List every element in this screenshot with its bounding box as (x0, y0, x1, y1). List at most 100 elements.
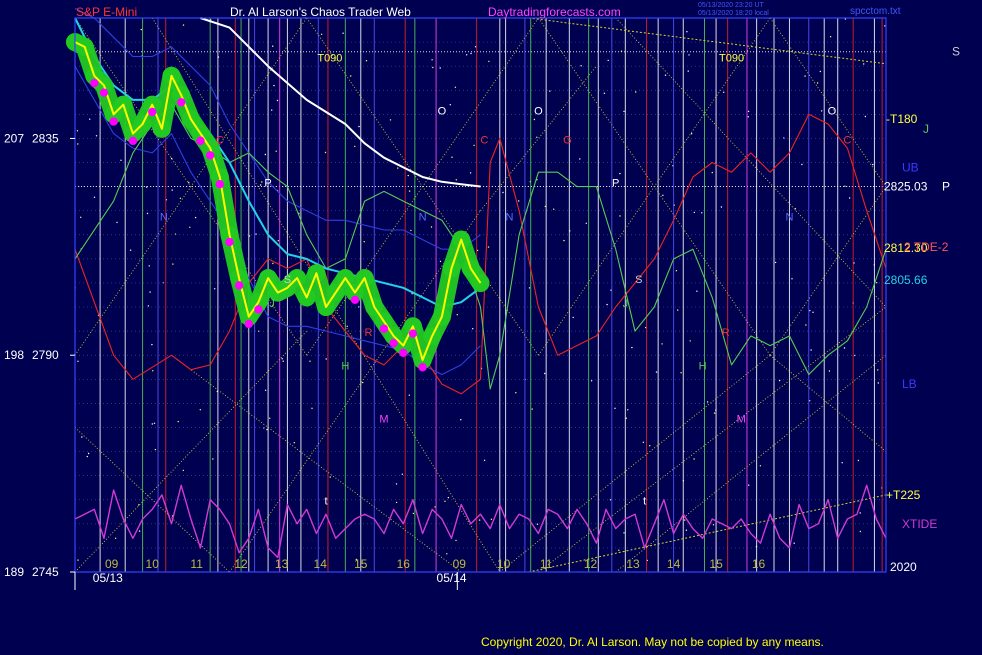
star (623, 532, 625, 534)
hour-label: 16 (752, 557, 766, 571)
planet-label-T090: T090 (719, 52, 744, 64)
star (642, 441, 645, 443)
right-label: 2805.66 (884, 273, 928, 287)
sp-emini-chart: T090 T090O O OC C G CP PN N N NS SJ JR RH HM Mt t S&P E-… (0, 0, 982, 650)
star (342, 32, 344, 34)
star (455, 539, 457, 542)
planet-label-G: G (563, 134, 572, 146)
star (129, 249, 132, 251)
star (76, 130, 79, 132)
star (86, 455, 89, 458)
star (412, 512, 414, 515)
star (791, 278, 793, 280)
star (148, 265, 150, 267)
star (759, 465, 762, 467)
price-dot (90, 78, 99, 88)
planet-label-t: t (324, 496, 327, 508)
chart-title-left: S&P E-Mini (76, 5, 137, 19)
star (259, 184, 262, 186)
star (271, 109, 273, 111)
star (214, 288, 216, 290)
star (140, 28, 142, 31)
planet-label-t: t (643, 496, 646, 508)
planet-label-R: R (722, 327, 730, 339)
star (261, 181, 263, 183)
star (354, 145, 356, 148)
price-dot (99, 88, 109, 97)
star (572, 316, 574, 319)
star (884, 25, 886, 27)
planet-label-N: N (785, 211, 793, 223)
star (151, 423, 153, 425)
star (872, 163, 874, 166)
star (152, 370, 154, 372)
star (614, 407, 616, 409)
star (877, 369, 879, 371)
star (859, 512, 861, 514)
star (293, 442, 295, 444)
star (460, 419, 462, 421)
hour-label: 13 (275, 557, 289, 571)
planet-label-T090: T090 (317, 52, 342, 64)
star (810, 349, 812, 351)
star (266, 428, 268, 431)
price-dot (148, 107, 157, 117)
star (362, 381, 364, 384)
price-dot (205, 151, 215, 160)
star (711, 171, 713, 174)
star (478, 519, 481, 521)
y-axis-price-label: 2835 (32, 131, 59, 145)
star (696, 290, 698, 292)
star (609, 499, 612, 501)
star (432, 66, 434, 69)
star (820, 110, 823, 112)
star (444, 500, 446, 502)
price-dot (177, 98, 186, 107)
right-label: 2825.03 (884, 179, 928, 193)
star (713, 412, 716, 414)
planet-label-C: C (480, 134, 488, 146)
star (177, 420, 179, 423)
star (182, 469, 184, 472)
star (684, 519, 686, 521)
hour-label: 10 (146, 557, 160, 571)
star (469, 172, 472, 174)
star (487, 246, 490, 248)
site-link[interactable]: Daytradingforecasts.com (488, 5, 621, 19)
star (688, 54, 690, 56)
star (812, 311, 814, 313)
star (876, 282, 878, 284)
star (693, 458, 695, 460)
star (747, 116, 749, 118)
star (544, 372, 546, 375)
star (536, 136, 538, 138)
price-dot (408, 329, 418, 338)
star (848, 197, 851, 199)
star (77, 360, 79, 362)
star (189, 226, 191, 228)
star (483, 459, 486, 461)
data-file-name: spcctom.txt (850, 6, 901, 17)
star (311, 407, 313, 409)
star (153, 422, 156, 424)
star (401, 473, 403, 475)
star (864, 115, 867, 118)
chart-title-center: Dr. Al Larson's Chaos Trader Web (230, 5, 411, 19)
star (408, 394, 410, 396)
star (863, 63, 865, 65)
star (182, 24, 185, 26)
star (680, 372, 682, 374)
star (470, 52, 472, 55)
planet-label-J: J (623, 298, 629, 310)
star (515, 392, 517, 394)
star (828, 370, 831, 372)
star (346, 325, 348, 327)
star (116, 221, 118, 224)
star (805, 324, 807, 326)
star (447, 496, 450, 499)
star (857, 459, 860, 462)
star (325, 358, 327, 360)
hour-label: 12 (234, 557, 248, 571)
star (89, 118, 91, 120)
star (151, 343, 153, 346)
